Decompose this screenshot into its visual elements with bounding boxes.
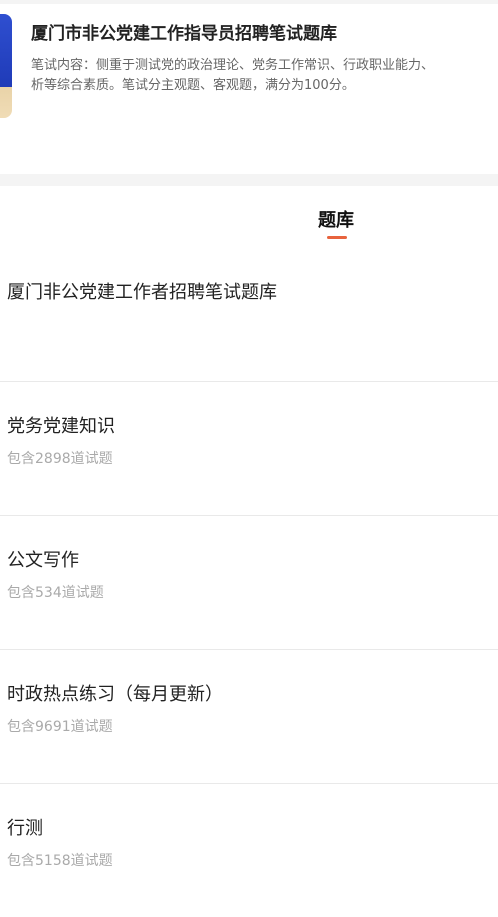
section-divider (0, 174, 498, 186)
list-item[interactable]: 党务党建知识 包含2898道试题 (0, 382, 498, 516)
list-item[interactable]: 行测 包含5158道试题 (0, 784, 498, 917)
course-cover-image (0, 14, 12, 118)
item-title: 时政热点练习（每月更新） (7, 684, 223, 705)
course-header-card[interactable]: 厦门市非公党建工作指导员招聘笔试题库 笔试内容：侧重于测试党的政治理论、党务工作… (0, 4, 498, 132)
tab-question-bank[interactable]: 题库 (0, 206, 498, 232)
item-question-count: 包含2898道试题 (7, 451, 113, 467)
course-description-line: 析等综合素质。笔试分主观题、客观题，满分为100分。 (31, 78, 355, 93)
active-tab-indicator (327, 236, 347, 239)
question-bank-list: 厦门非公党建工作者招聘笔试题库 党务党建知识 包含2898道试题 公文写作 包含… (0, 248, 498, 917)
item-question-count: 包含9691道试题 (7, 719, 113, 735)
course-title: 厦门市非公党建工作指导员招聘笔试题库 (31, 24, 337, 44)
tab-bar: 题库 (0, 186, 498, 242)
item-title: 厦门非公党建工作者招聘笔试题库 (7, 282, 277, 303)
item-title: 党务党建知识 (7, 416, 115, 437)
list-item[interactable]: 公文写作 包含534道试题 (0, 516, 498, 650)
item-question-count: 包含5158道试题 (7, 853, 113, 869)
list-item[interactable]: 厦门非公党建工作者招聘笔试题库 (0, 248, 498, 382)
item-question-count: 包含534道试题 (7, 585, 104, 601)
course-description-line: 笔试内容：侧重于测试党的政治理论、党务工作常识、行政职业能力、 (31, 58, 435, 73)
course-description: 笔试内容：侧重于测试党的政治理论、党务工作常识、行政职业能力、 析等综合素质。笔… (31, 56, 498, 96)
list-item[interactable]: 时政热点练习（每月更新） 包含9691道试题 (0, 650, 498, 784)
item-title: 公文写作 (7, 550, 79, 571)
item-title: 行测 (7, 818, 43, 839)
